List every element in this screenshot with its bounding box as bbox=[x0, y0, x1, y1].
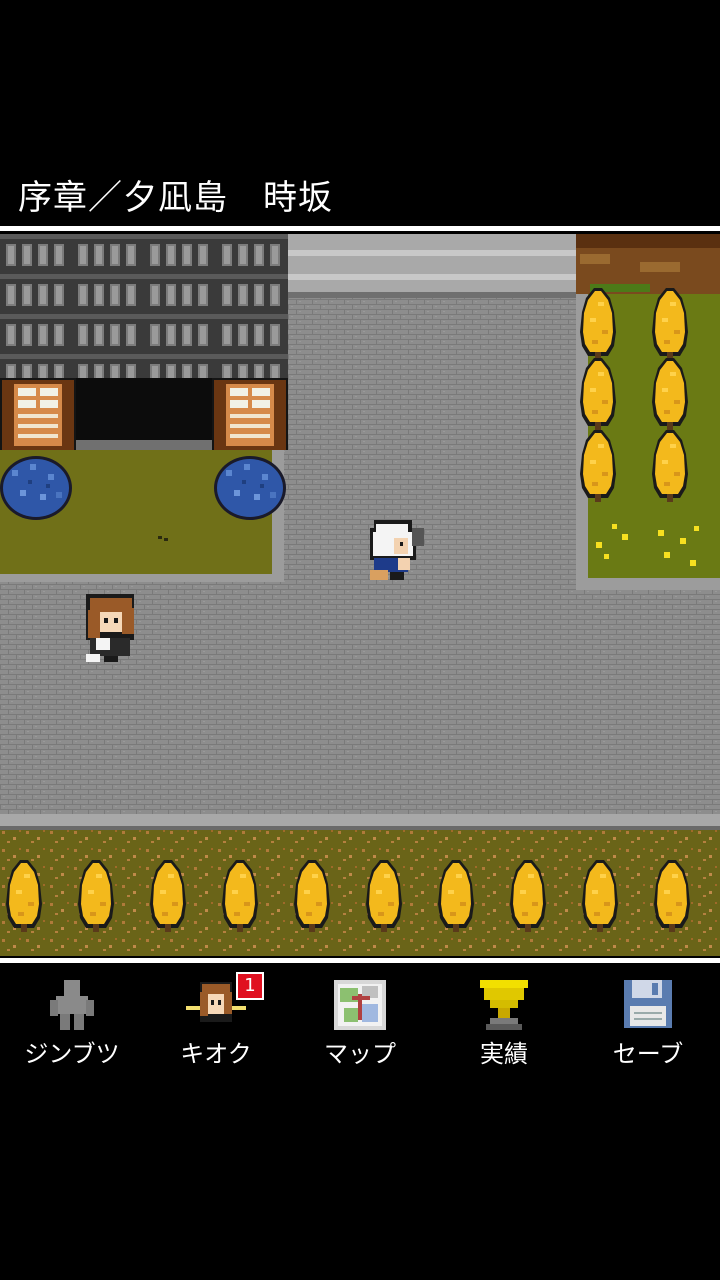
menu-save-button[interactable]: セーブ bbox=[576, 968, 720, 1068]
house bbox=[0, 234, 288, 450]
menu-save-label: セーブ bbox=[612, 1040, 684, 1068]
top-divider bbox=[0, 226, 720, 231]
menu-map-label: マップ bbox=[324, 1040, 396, 1068]
map-icon bbox=[330, 974, 390, 1034]
location-title: 序章／夕凪島 時坂 bbox=[18, 178, 333, 218]
menu-jinbutsu-button[interactable]: ジンブツ bbox=[0, 968, 144, 1068]
menu-jinbutsu-label: ジンブツ bbox=[24, 1040, 120, 1068]
floppy-disk-icon bbox=[618, 974, 678, 1034]
game-map-view[interactable] bbox=[0, 234, 720, 956]
menu-achievements-button[interactable]: 実績 bbox=[432, 968, 576, 1068]
menu-map-button[interactable]: マップ bbox=[288, 968, 432, 1068]
bottom-divider bbox=[0, 958, 720, 963]
kioku-notification-badge: 1 bbox=[236, 972, 264, 1000]
bottom-menu: ジンブツ 1 キオク マップ 実績 セーブ bbox=[0, 968, 720, 1068]
brown-haired-character bbox=[86, 594, 134, 662]
person-silhouette-icon bbox=[42, 974, 102, 1034]
trophy-icon bbox=[474, 974, 534, 1034]
menu-kioku-button[interactable]: 1 キオク bbox=[144, 968, 288, 1068]
menu-achievements-label: 実績 bbox=[480, 1040, 528, 1068]
menu-kioku-label: キオク bbox=[180, 1040, 252, 1068]
location-header: 序章／夕凪島 時坂 bbox=[0, 160, 720, 228]
